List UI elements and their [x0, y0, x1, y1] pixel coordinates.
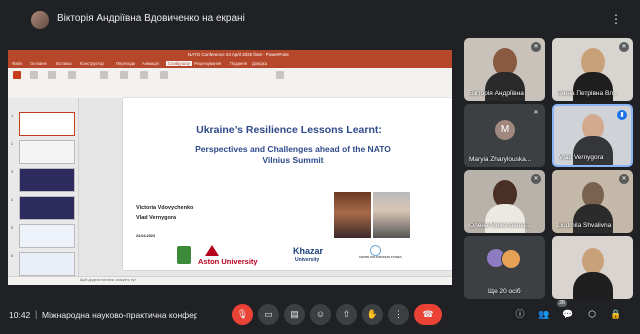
speaker-photo — [373, 192, 410, 238]
leave-call-button[interactable]: ☎ — [414, 304, 442, 325]
present-button[interactable]: ⇧ — [336, 304, 357, 325]
powerpoint-title-bar: NATO Conference 24 April 2025 final - Po… — [8, 50, 452, 60]
more-participants-tile[interactable]: Ще 20 осіб — [464, 236, 545, 299]
slide-date: 24.04.2023 — [136, 234, 156, 238]
custom-show-icon[interactable] — [68, 71, 76, 79]
slide-thumbnail[interactable] — [19, 168, 75, 192]
aston-logo-mark — [205, 245, 219, 256]
mic-off-button[interactable]: 🎙 — [232, 304, 253, 325]
slide-thumbnails: 1 2 3 4 5 6 — [8, 98, 79, 276]
participant-tile[interactable]: ✕ Вікторія Андріївна — [464, 38, 545, 101]
participant-avatar — [501, 249, 521, 269]
mic-off-icon: ✕ — [531, 108, 541, 118]
participant-name: Liudmila Shvalivna — [557, 222, 612, 229]
current-slide[interactable]: Ukraine’s Resilience Lessons Learnt: Per… — [123, 98, 452, 270]
slide-subtitle: Perspectives and Challenges ahead of the… — [195, 144, 391, 165]
ribbon-tab[interactable]: Основне — [30, 61, 47, 66]
separator: | — [35, 309, 38, 319]
presenter-avatar — [31, 11, 49, 29]
participant-tile[interactable]: ✕ Liudmila Shvalivna — [552, 170, 633, 233]
slide-author-2: Vlad Vernygora — [136, 215, 177, 221]
mic-off-icon: ✕ — [619, 42, 629, 52]
slide-thumbnail[interactable] — [19, 112, 75, 136]
slide-thumbnail[interactable] — [19, 252, 75, 276]
slideshow-icon[interactable] — [13, 71, 21, 79]
ribbon-tab-active[interactable]: Слайд-шоу — [166, 61, 192, 66]
participant-tile[interactable]: ✕ Ганна Петрівна Вл... — [552, 38, 633, 101]
crest-logo — [177, 246, 191, 264]
participant-tile[interactable]: ✕ Олена Миколаївна... — [464, 170, 545, 233]
ribbon-tab[interactable]: Подання — [230, 61, 247, 66]
participant-avatar: M — [495, 120, 515, 140]
monitor-icon[interactable] — [276, 71, 284, 79]
people-icon[interactable]: 👥 — [536, 306, 552, 322]
chat-icon[interactable]: 💬 — [560, 306, 576, 322]
ribbon-tab[interactable]: Рецензування — [194, 61, 221, 66]
info-icon[interactable]: ⓘ — [512, 306, 528, 322]
mic-off-icon: ✕ — [531, 42, 541, 52]
slide-author-1: Victoria Vdovychenko — [136, 205, 194, 211]
mic-off-icon: ✕ — [619, 174, 629, 184]
notes-placeholder: Щоб додати нотатки, клацніть тут — [80, 278, 136, 282]
participant-tile-self[interactable] — [552, 236, 633, 299]
camera-button[interactable]: ▭ — [258, 304, 279, 325]
reactions-button[interactable]: ☺ — [310, 304, 331, 325]
ribbon — [8, 68, 452, 99]
more-options-icon[interactable]: ⋮ — [606, 9, 626, 29]
aston-logo: Aston University — [198, 257, 258, 266]
ribbon-tab[interactable]: Переходи — [116, 61, 135, 66]
presenter-label: Вікторія Андріївна Вдовиченко на екрані — [57, 13, 245, 24]
participant-tile[interactable]: M ✕ Maryia Zharylouska... — [464, 104, 545, 167]
participant-tile-active[interactable]: ▮ Vlad Vernygora — [552, 104, 633, 167]
shared-screen: NATO Conference 24 April 2025 final - Po… — [8, 50, 452, 285]
ribbon-tab[interactable]: Довідка — [252, 61, 267, 66]
ribbon-tab[interactable]: Вставка — [56, 61, 72, 66]
notes-bar[interactable]: Щоб додати нотатки, клацніть тут — [8, 276, 452, 285]
khazar-logo: Khazar — [293, 246, 324, 256]
participant-video — [581, 248, 604, 274]
activities-icon[interactable]: ⬡ — [584, 306, 600, 322]
ribbon-tab[interactable]: Конструктор — [80, 61, 104, 66]
ribbon-tab[interactable]: Файл — [12, 61, 22, 66]
present-online-icon[interactable] — [48, 71, 56, 79]
centre-logo-mark — [370, 245, 381, 256]
participant-name: Олена Миколаївна... — [469, 222, 532, 229]
slide-canvas: Ukraine’s Resilience Lessons Learnt: Per… — [79, 98, 452, 276]
hide-slide-icon[interactable] — [120, 71, 128, 79]
setup-show-icon[interactable] — [100, 71, 108, 79]
participant-name: Вікторія Андріївна — [469, 90, 524, 97]
captions-button[interactable]: ▤ — [284, 304, 305, 325]
more-options-button[interactable]: ⋮ — [388, 304, 409, 325]
rehearse-icon[interactable] — [140, 71, 148, 79]
raise-hand-button[interactable]: ✋ — [362, 304, 383, 325]
slide-title: Ukraine’s Resilience Lessons Learnt: — [196, 124, 382, 136]
speaker-photo — [334, 192, 371, 238]
participant-name: Vlad Vernygora — [559, 154, 604, 161]
ribbon-tab[interactable]: Анімація — [142, 61, 159, 66]
slide-thumbnail[interactable] — [19, 224, 75, 248]
ribbon-tabs: Файл Основне Вставка Конструктор Переход… — [8, 60, 452, 68]
participant-name: Ганна Петрівна Вл... — [557, 90, 619, 97]
meeting-title: Міжнародна науково-практична конференц..… — [42, 310, 197, 320]
more-participants-label: Ще 20 осіб — [488, 288, 521, 295]
record-icon[interactable] — [160, 71, 168, 79]
from-current-icon[interactable] — [30, 71, 38, 79]
slide-thumbnail[interactable] — [19, 140, 75, 164]
host-controls-icon[interactable]: 🔒 — [608, 306, 624, 322]
speaking-icon: ▮ — [617, 110, 627, 120]
centre-logo: CENTRE FOR EUROPEAN STUDIES — [359, 256, 402, 259]
mic-off-icon: ✕ — [531, 174, 541, 184]
window-title: NATO Conference 24 April 2025 final - Po… — [188, 52, 289, 57]
khazar-logo-sub: University — [295, 257, 320, 263]
slide-thumbnail[interactable] — [19, 196, 75, 220]
participant-name: Maryia Zharylouska... — [469, 156, 532, 163]
clock: 10:42 — [9, 310, 31, 320]
